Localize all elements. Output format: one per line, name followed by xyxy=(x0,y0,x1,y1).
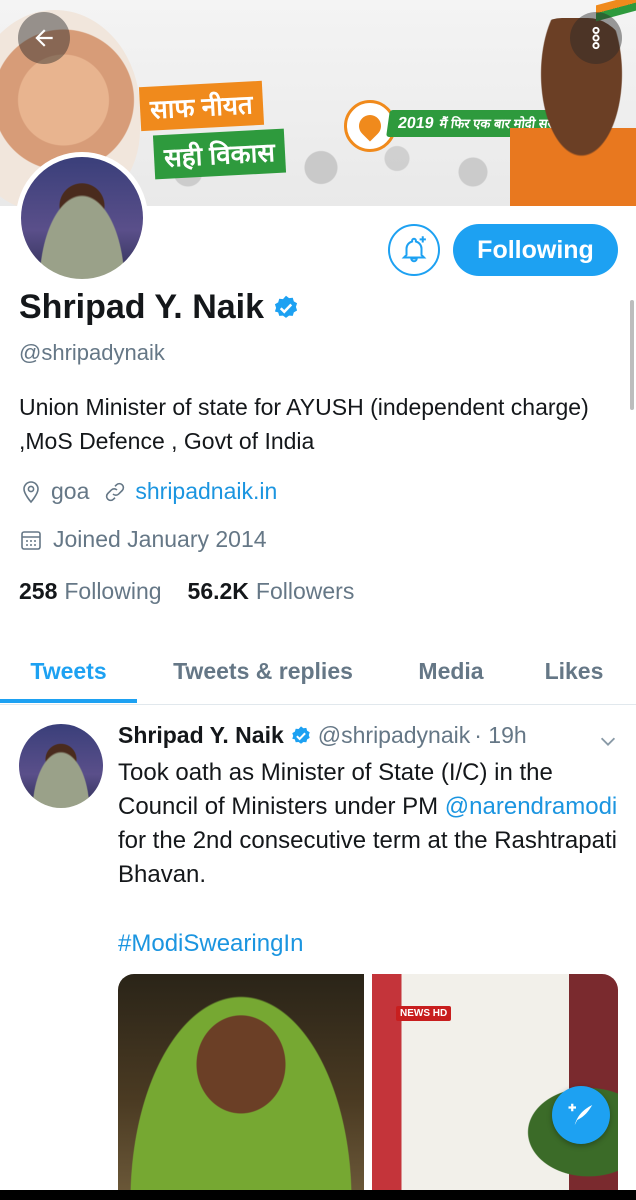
profile-location: goa xyxy=(51,478,90,504)
notifications-bell-button[interactable] xyxy=(388,224,440,276)
following-button[interactable]: Following xyxy=(453,224,618,276)
followers-count: 56.2K xyxy=(187,578,249,604)
banner-slogan: साफ नीयत सही विकास xyxy=(138,80,320,180)
profile-counts: 258 Following 56.2K Followers xyxy=(19,578,354,605)
verified-badge-icon xyxy=(274,295,298,318)
profile-avatar[interactable] xyxy=(16,152,148,284)
calendar-icon xyxy=(21,530,41,550)
tweet-mention[interactable]: @narendramodi xyxy=(445,793,617,820)
back-button[interactable] xyxy=(18,12,70,64)
followers-label: Followers xyxy=(255,578,355,604)
tweet-avatar[interactable] xyxy=(19,724,103,808)
profile-handle: @shripadynaik xyxy=(19,340,165,365)
scrollbar[interactable] xyxy=(630,300,634,410)
tweet-time: · 19h xyxy=(474,722,527,748)
profile-tabs: Tweets Tweets & replies Media Likes xyxy=(0,640,636,705)
tab-media[interactable]: Media xyxy=(400,640,502,702)
bell-plus-icon xyxy=(401,236,427,263)
campaign-year: 2019 xyxy=(396,115,435,132)
slogan-line-1: साफ नीयत xyxy=(138,80,264,132)
compose-tweet-icon xyxy=(568,1103,593,1125)
followers-count-link[interactable]: 56.2K Followers xyxy=(188,578,355,605)
profile-joined: Joined January 2014 xyxy=(53,526,267,552)
profile-meta-location-link: goa shripadnaik.in xyxy=(19,478,277,505)
tweet-handle: @shripadynaik xyxy=(317,722,471,748)
news-badge: NEWS HD xyxy=(396,1006,452,1021)
slogan-line-2: सही विकास xyxy=(152,128,286,180)
following-label: Following xyxy=(64,578,162,604)
tweet-media: NEWS HD xyxy=(118,974,618,1200)
profile-website-link[interactable]: shripadnaik.in xyxy=(135,478,277,505)
following-count-link[interactable]: 258 Following xyxy=(19,578,162,605)
more-options-button[interactable] xyxy=(570,12,622,64)
tab-tweets[interactable]: Tweets xyxy=(0,640,137,703)
following-count: 258 xyxy=(19,578,58,604)
chevron-down-icon[interactable] xyxy=(597,730,619,752)
tweet-hashtag[interactable]: #ModiSwearingIn xyxy=(118,930,303,958)
tweet-text-part2: for the 2nd consecutive term at the Rash… xyxy=(118,827,617,888)
link-icon xyxy=(106,482,125,501)
location-pin-icon xyxy=(23,480,39,503)
profile-meta-joined: Joined January 2014 xyxy=(19,526,267,553)
profile-bio: Union Minister of state for AYUSH (indep… xyxy=(19,394,589,454)
tweet-author[interactable]: Shripad Y. Naik xyxy=(118,722,284,749)
profile-name: Shripad Y. Naik xyxy=(19,288,300,327)
tab-tweets-replies[interactable]: Tweets & replies xyxy=(150,640,376,702)
profile-name-text: Shripad Y. Naik xyxy=(19,288,265,326)
tab-likes[interactable]: Likes xyxy=(530,640,618,702)
arrow-left-icon xyxy=(35,29,53,47)
tweet-image-1[interactable] xyxy=(118,974,364,1200)
verified-badge-icon xyxy=(292,725,310,744)
system-nav-bar xyxy=(0,1190,636,1200)
tweet-text: Took oath as Minister of State (I/C) in … xyxy=(118,756,623,892)
compose-tweet-button[interactable] xyxy=(552,1086,610,1144)
more-vertical-icon xyxy=(592,26,600,50)
tweet-header: Shripad Y. Naik @shripadynaik · 19h xyxy=(118,722,527,749)
